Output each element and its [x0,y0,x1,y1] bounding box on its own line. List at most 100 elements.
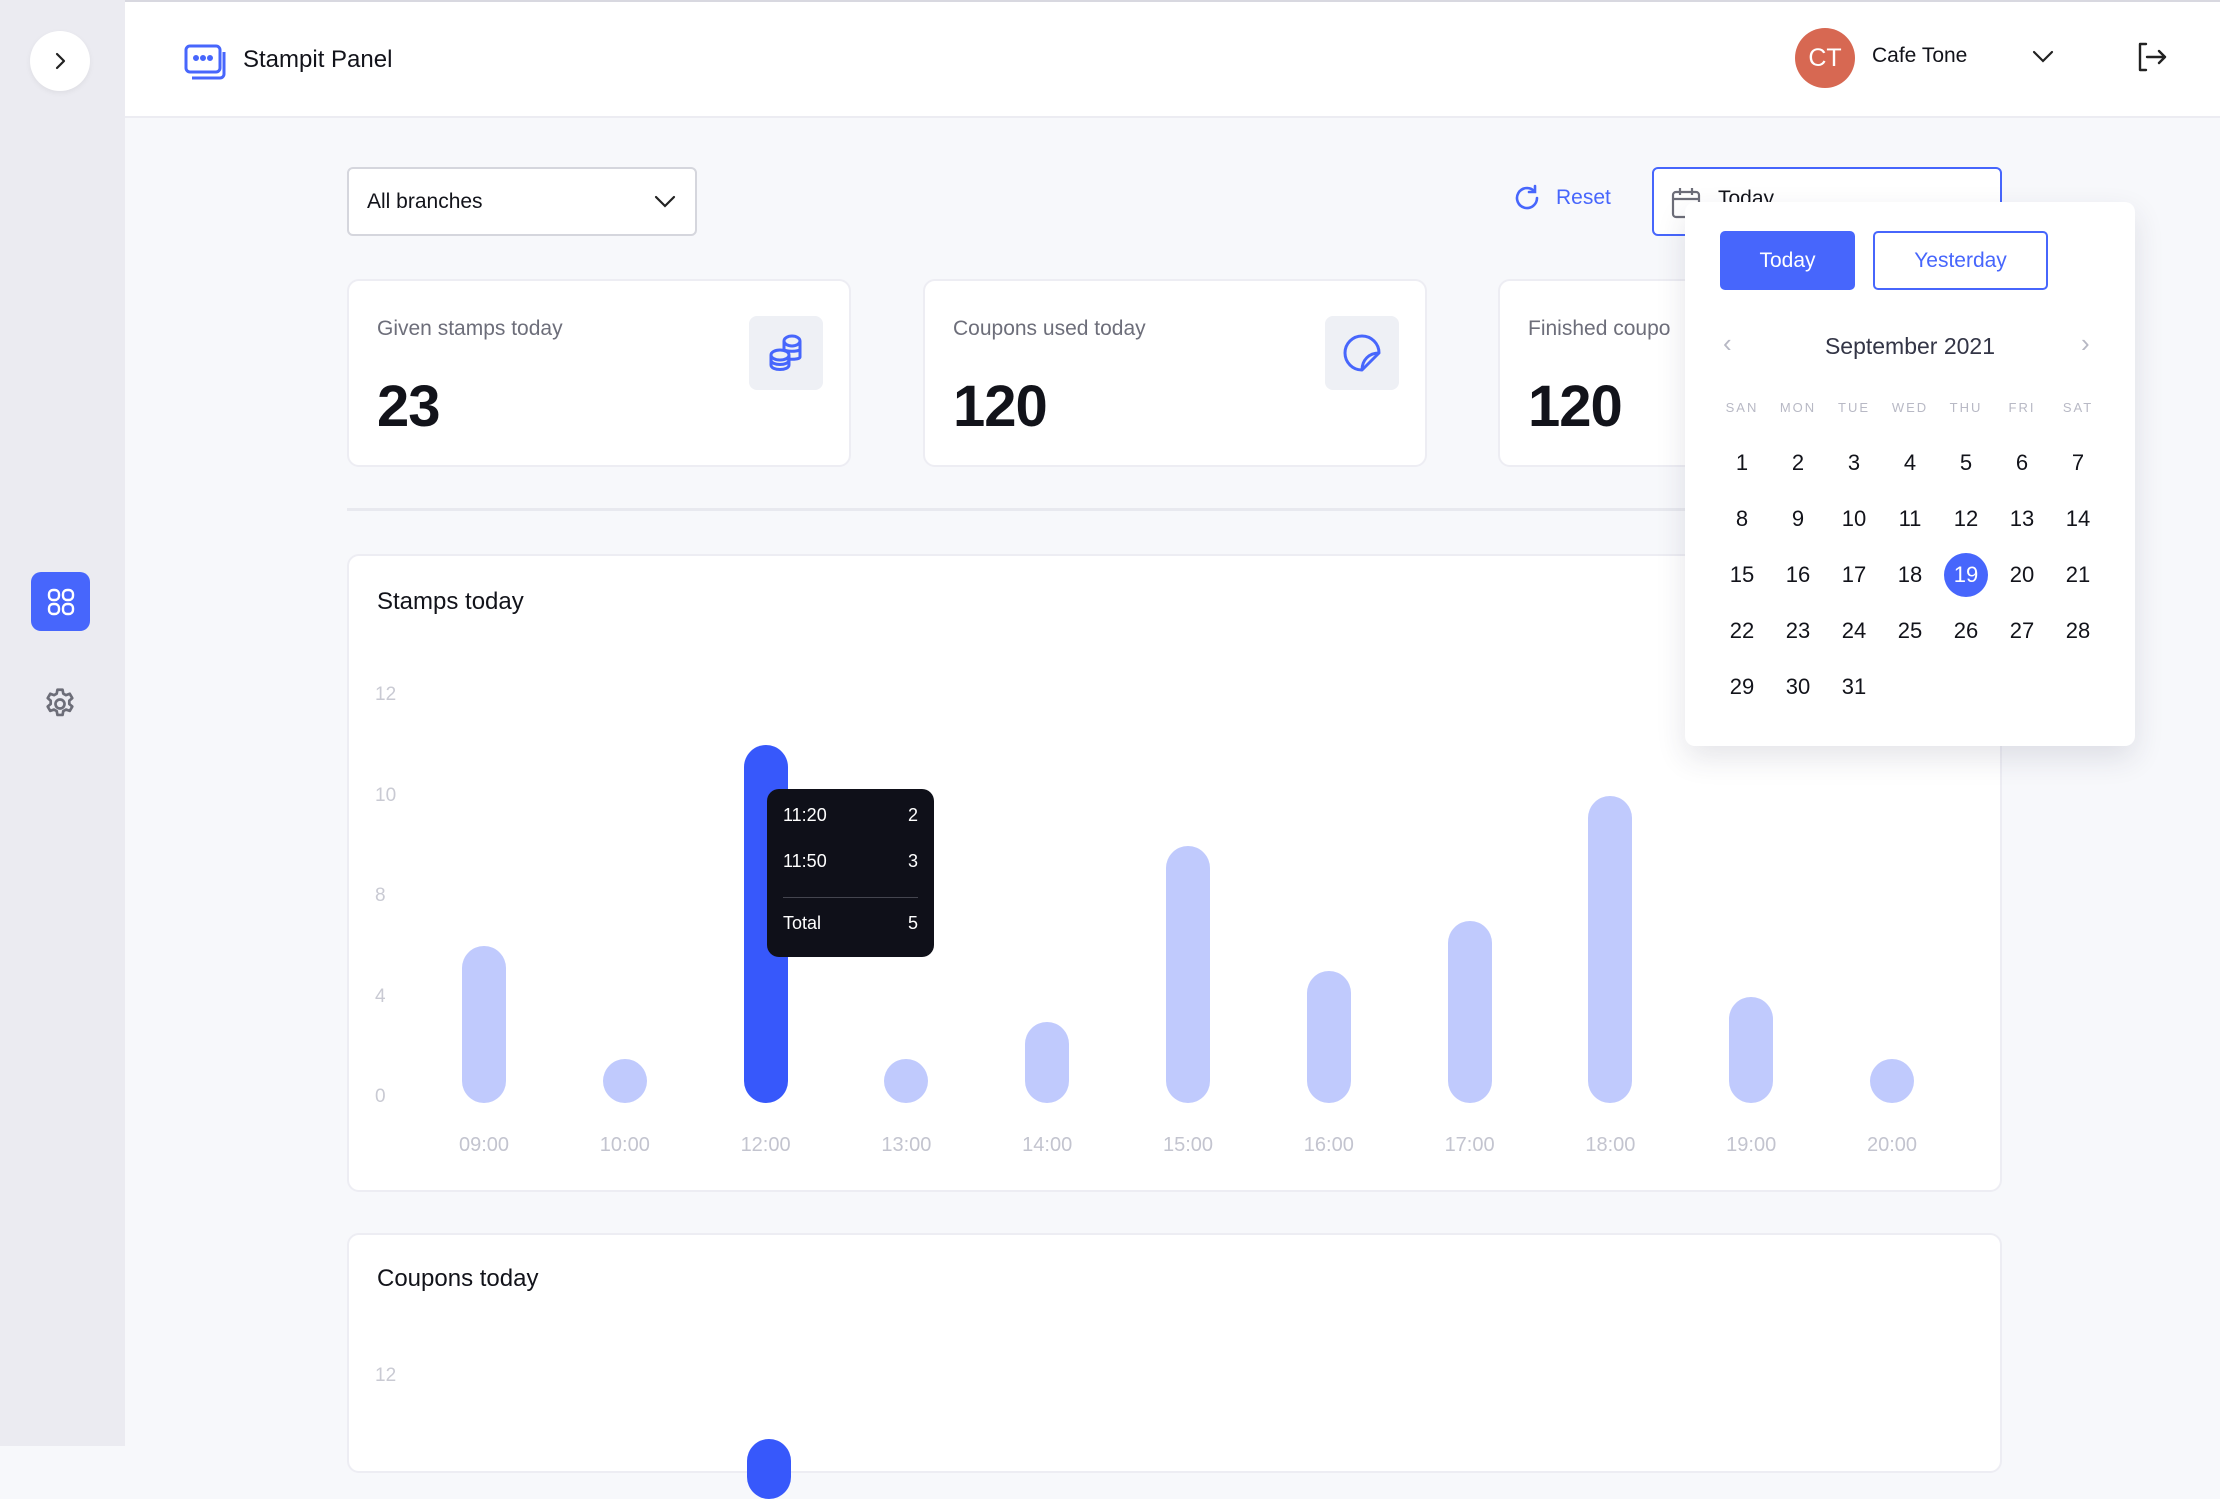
stat-card-given-stamps: Given stamps today 23 [347,279,851,467]
x-tick-label: 13:00 [881,1134,932,1156]
reset-label: Reset [1556,186,1611,209]
stat-value: 120 [1528,374,1623,439]
coupons-bar-highlighted[interactable] [747,1439,791,1499]
x-tick-label: 18:00 [1585,1134,1636,1156]
reset-button[interactable]: Reset [1512,183,1611,213]
logo-icon [184,44,228,80]
calendar-day[interactable]: 26 [1944,609,1988,653]
tooltip-total-label: Total [783,913,822,933]
calendar-day[interactable]: 2 [1776,441,1820,485]
yesterday-button[interactable]: Yesterday [1873,231,2048,290]
calendar-day[interactable]: 6 [2000,441,2044,485]
month-label: September 2021 [1824,333,1996,359]
weekday-label: WED [1891,400,1929,415]
calendar-day[interactable]: 7 [2056,441,2100,485]
chart-tooltip: 11:20 2 11:50 3 Total 5 [767,789,934,957]
calendar-day[interactable]: 29 [1720,665,1764,709]
calendar-day[interactable]: 17 [1832,553,1876,597]
calendar-day[interactable]: 21 [2056,553,2100,597]
weekday-label: TUE [1838,400,1870,415]
bar-1600[interactable] [1306,971,1351,1103]
coins-icon [749,316,823,390]
calendar-day[interactable]: 20 [2000,553,2044,597]
calendar-day[interactable]: 13 [2000,497,2044,541]
calendar-day[interactable]: 1 [1720,441,1764,485]
x-tick-label: 10:00 [599,1134,650,1156]
tooltip-total-row: Total 5 [783,913,918,934]
calendar-day[interactable]: 11 [1888,497,1932,541]
calendar-day[interactable]: 28 [2056,609,2100,653]
x-tick-label: 19:00 [1726,1134,1777,1156]
tooltip-divider [783,897,918,898]
tooltip-row: 11:50 3 [783,851,918,872]
stat-label: Given stamps today [377,317,563,340]
bar-1300[interactable] [884,1059,929,1103]
stat-card-coupons-used: Coupons used today 120 [923,279,1427,467]
branch-select[interactable]: All branches [347,167,697,236]
y-tick-label: 12 [375,1365,397,1386]
today-button[interactable]: Today [1720,231,1855,290]
tooltip-value: 2 [907,805,918,825]
stat-value: 23 [377,374,441,439]
sidebar-item-settings[interactable] [42,686,78,722]
calendar-day[interactable]: 18 [1888,553,1932,597]
logout-icon[interactable] [2134,40,2168,74]
bar-1000[interactable] [602,1059,647,1103]
user-menu-chevron-down-icon[interactable] [2030,46,2056,66]
x-tick-label: 20:00 [1866,1134,1918,1156]
bar-1700[interactable] [1447,921,1492,1103]
calendar-day-selected[interactable]: 19 [1944,553,1988,597]
sidebar [0,0,125,1446]
weekday-label: FRI [2008,400,2036,415]
calendar-day[interactable]: 9 [1776,497,1820,541]
bar-1800[interactable] [1588,795,1633,1103]
x-tick-label: 09:00 [458,1134,510,1156]
calendar-day[interactable]: 23 [1776,609,1820,653]
weekday-label: SAT [2062,400,2094,415]
tooltip-time: 11:50 [783,851,827,871]
calendar-day[interactable]: 16 [1776,553,1820,597]
y-tick-label: 8 [375,885,386,906]
x-tick-label: 12:00 [740,1134,791,1156]
avatar[interactable]: CT [1795,28,1855,88]
calendar-day[interactable]: 30 [1776,665,1820,709]
calendar-day[interactable]: 27 [2000,609,2044,653]
weekday-label: MON [1779,400,1817,415]
stat-value: 120 [953,374,1048,439]
bar-1400[interactable] [1025,1021,1070,1103]
calendar-day[interactable]: 5 [1944,441,1988,485]
y-tick-label: 0 [375,1086,386,1107]
bar-1500[interactable] [1166,845,1210,1103]
x-tick-label: 16:00 [1303,1134,1354,1156]
next-month-chevron-right-icon[interactable]: › [2081,328,2090,359]
y-tick-label: 12 [375,684,397,705]
calendar-day[interactable]: 31 [1832,665,1876,709]
calendar-day[interactable]: 24 [1832,609,1876,653]
calendar-day[interactable]: 12 [1944,497,1988,541]
coupons-chart-card: Coupons today [347,1233,2002,1473]
calendar-day[interactable]: 22 [1720,609,1764,653]
calendar-day[interactable]: 3 [1832,441,1876,485]
x-tick-label: 14:00 [1022,1134,1073,1156]
chart-title: Coupons today [377,1265,539,1292]
chevron-right-icon [55,52,66,70]
calendar-day[interactable]: 4 [1888,441,1932,485]
user-name[interactable]: Cafe Tone [1872,44,1967,68]
calendar-day[interactable]: 10 [1832,497,1876,541]
tooltip-total-value: 5 [907,913,918,933]
tooltip-value: 3 [907,851,918,871]
calendar-day[interactable]: 25 [1888,609,1932,653]
weekday-label: THU [1949,400,1983,415]
stat-label: Coupons used today [953,317,1146,340]
calendar-day[interactable]: 14 [2056,497,2100,541]
sticker-icon [1325,316,1399,390]
chart-title: Stamps today [377,588,524,615]
sidebar-item-dashboard[interactable] [31,572,90,631]
calendar-day[interactable]: 8 [1720,497,1764,541]
bar-1900[interactable] [1729,996,1774,1103]
bar-0900[interactable] [462,946,506,1103]
bar-2000[interactable] [1870,1059,1914,1103]
weekday-label: SAN [1725,400,1759,415]
calendar-day[interactable]: 15 [1720,553,1764,597]
expand-sidebar-button[interactable] [30,31,90,91]
